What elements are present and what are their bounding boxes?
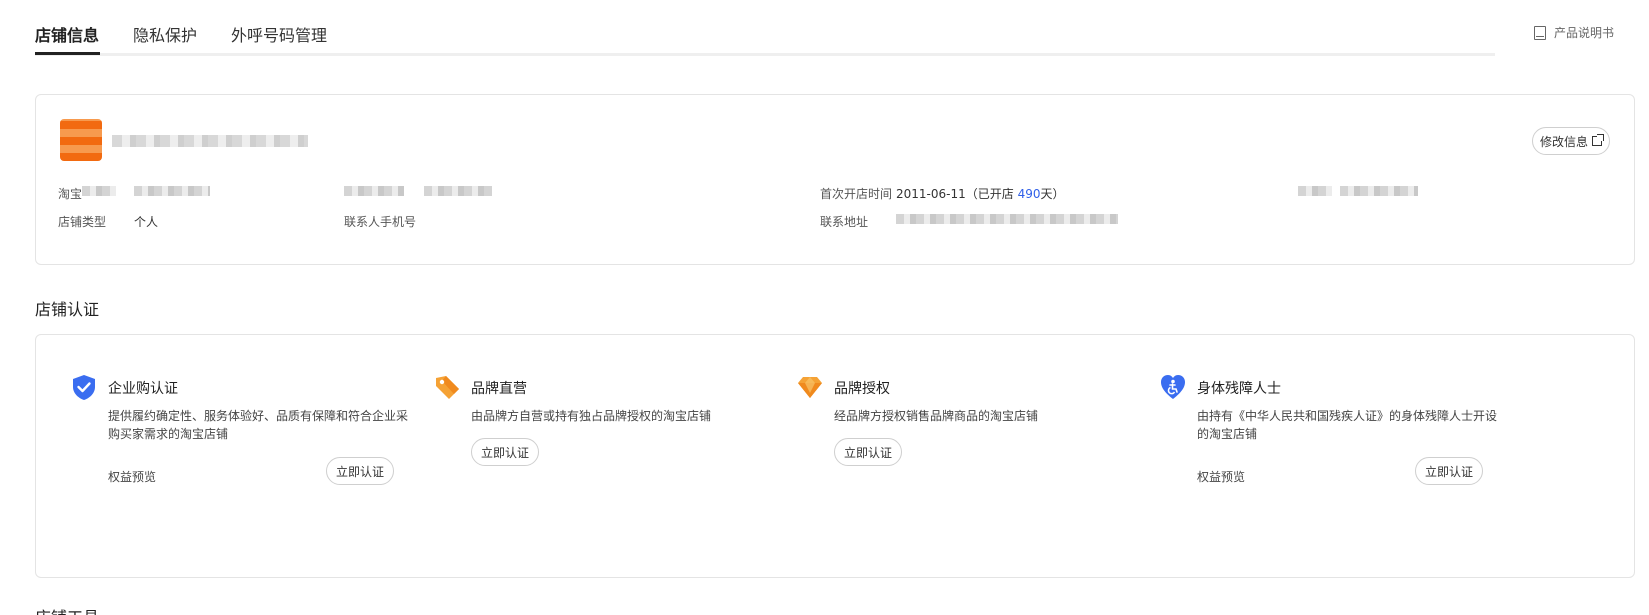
tab-bar: 店铺信息 隐私保护 外呼号码管理: [35, 20, 1495, 56]
first-open-label: 首次开店时间: [820, 187, 893, 201]
edit-info-button[interactable]: 修改信息: [1532, 127, 1610, 155]
product-manual-link[interactable]: 产品说明书: [1533, 24, 1614, 41]
redacted-label: [344, 186, 404, 196]
cert-description: 经品牌方授权销售品牌商品的淘宝店铺: [834, 409, 1039, 423]
redacted-address: [896, 214, 1118, 224]
contact-address-label: 联系地址: [820, 215, 869, 229]
section-title-certification: 店铺认证: [35, 300, 100, 319]
first-open-date: 2011-06-11: [896, 187, 966, 201]
cert-title: 身体残障人士: [1197, 381, 1281, 397]
redacted-text: [82, 186, 116, 196]
taobao-label: 淘宝: [58, 187, 83, 201]
tag-icon: [436, 376, 459, 399]
edit-info-label: 修改信息: [1539, 134, 1588, 149]
shop-info-card: 修改信息 淘宝 首次开店时间 2011-06-11（已开店 490天） 店铺类型…: [35, 94, 1635, 265]
redacted-value: [424, 186, 492, 196]
redacted-value: [1340, 186, 1418, 196]
tab-privacy[interactable]: 隐私保护: [133, 22, 197, 46]
shop-type-value: 个人: [134, 215, 159, 229]
cert-description: 提供履约确定性、服务体验好、品质有保障和符合企业采购买家需求的淘宝店铺: [108, 409, 409, 441]
section-title-shop-tools: 店铺工具: [35, 604, 99, 615]
certify-now-button[interactable]: 立即认证: [471, 438, 539, 466]
shield-check-icon: [73, 375, 95, 400]
certify-now-button[interactable]: 立即认证: [834, 438, 902, 466]
shop-logo: [60, 119, 102, 161]
product-manual-label: 产品说明书: [1553, 26, 1614, 40]
redacted-label: [1298, 186, 1332, 196]
open-days-count: 490: [1017, 187, 1041, 201]
tab-outbound-number[interactable]: 外呼号码管理: [231, 22, 327, 46]
shop-type-label: 店铺类型: [58, 215, 107, 229]
benefit-preview-link[interactable]: 权益预览: [108, 468, 156, 485]
certify-now-button[interactable]: 立即认证: [1415, 457, 1483, 485]
cert-description: 由持有《中华人民共和国残疾人证》的身体残障人士开设的淘宝店铺: [1197, 409, 1498, 441]
active-tab-indicator: [35, 52, 100, 55]
external-link-icon: [1592, 134, 1604, 146]
cert-title: 品牌直营: [471, 381, 527, 397]
certification-card: 企业购认证 提供履约确定性、服务体验好、品质有保障和符合企业采购买家需求的淘宝店…: [35, 334, 1635, 578]
open-suffix: 天）: [1040, 187, 1065, 201]
tab-shop-info[interactable]: 店铺信息: [35, 22, 99, 46]
redacted-value: [134, 186, 210, 196]
diamond-icon: [798, 377, 822, 398]
cert-title: 企业购认证: [108, 381, 178, 397]
contact-phone-label: 联系人手机号: [344, 215, 417, 229]
heart-accessibility-icon: [1161, 375, 1185, 399]
open-prefix: （已开店: [965, 187, 1018, 201]
tab-bar-divider: [35, 53, 1495, 56]
first-open-value: 2011-06-11（已开店 490天）: [896, 185, 1065, 202]
benefit-preview-link[interactable]: 权益预览: [1197, 468, 1245, 485]
certify-now-button[interactable]: 立即认证: [326, 457, 394, 485]
cert-description: 由品牌方自营或持有独占品牌授权的淘宝店铺: [471, 409, 712, 423]
cert-title: 品牌授权: [834, 381, 890, 397]
shop-name-redacted: [112, 135, 308, 147]
book-icon: [1533, 25, 1546, 40]
